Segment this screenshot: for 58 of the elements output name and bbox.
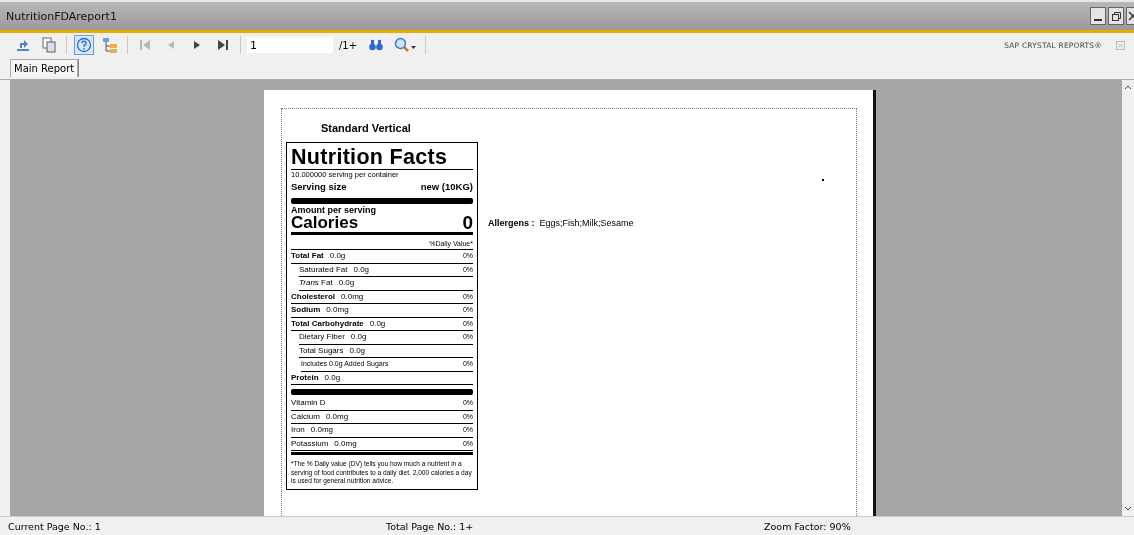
tree-icon	[102, 37, 118, 53]
vitamin-amount: 0.0mg	[310, 424, 334, 436]
report-heading: Standard Vertical	[321, 122, 412, 134]
calories-label: Calories	[291, 214, 359, 231]
nutrient-amount: 0.0g	[349, 344, 366, 357]
dot-mark	[822, 179, 824, 181]
copy-button[interactable]	[39, 35, 59, 55]
nutrient-name: Cholesterol	[291, 290, 335, 303]
vertical-scrollbar[interactable]	[1122, 80, 1134, 516]
minimize-button[interactable]	[1090, 7, 1106, 25]
skip-forward-icon	[215, 37, 231, 53]
nutrient-name: Total Sugars	[299, 344, 344, 357]
nutrient-name: Trans Fat	[299, 277, 333, 289]
serving-size-value: new (10KG)	[420, 180, 473, 194]
nutrient-amount: 0.0mg	[341, 290, 364, 303]
restore-button[interactable]	[1108, 7, 1124, 25]
nutrient-amount: 0.0g	[369, 317, 386, 330]
allergens-text: Allergens : Eggs;Fish;Milk;Sesame	[488, 218, 634, 229]
nutrient-name: Sodium	[291, 304, 321, 316]
nutrient-name: Protein	[291, 371, 319, 384]
scroll-down-icon[interactable]	[1124, 506, 1132, 512]
vitamin-amount: 0.0mg	[334, 437, 357, 450]
nutrient-amount: 0.0g	[338, 277, 355, 289]
nutrient-amount: 0.0g	[324, 371, 341, 384]
copy-icon	[41, 37, 57, 53]
label-title: Nutrition Facts	[291, 145, 473, 170]
vitamin-name: Calcium	[291, 410, 320, 423]
nutrient-amount: 0.0g	[353, 263, 370, 276]
nutrient-amount: 0.0g	[329, 250, 346, 262]
vitamin-amount: 0.0mg	[325, 410, 349, 423]
restore-icon	[1111, 11, 1121, 21]
help-button[interactable]	[74, 35, 94, 55]
calories-value: 0	[462, 214, 473, 231]
vitamin-name: Vitamin D	[291, 397, 326, 409]
nutrient-amount: 0.0mg	[326, 304, 349, 316]
report-tab[interactable]: Main Report	[10, 59, 79, 77]
status-text: Current Page No.: 1	[7, 520, 102, 532]
close-button[interactable]	[1126, 7, 1134, 25]
nutrient-amount: 0.0g	[350, 331, 367, 343]
nutrient-name: Dietary Fiber	[299, 331, 345, 343]
vitamin-name: Iron	[291, 424, 305, 436]
vitamin-name: Potassium	[291, 437, 329, 450]
window-title: NutritionFDAreport1	[6, 9, 117, 23]
status-text: Zoom Factor: 90%	[763, 520, 852, 532]
group-tree-button[interactable]	[100, 35, 120, 55]
nutrient-name: Total Fat	[291, 250, 324, 262]
page-count: /1+	[339, 39, 358, 51]
help-icon	[76, 37, 92, 53]
skip-back-icon	[137, 37, 153, 53]
page-number-field[interactable]: 1	[247, 37, 333, 53]
status-text: Total Page No.: 1+	[385, 520, 475, 532]
nutrient-name: Total Carbohydrate	[291, 317, 364, 330]
scroll-up-icon[interactable]	[1124, 84, 1132, 90]
export-icon	[15, 37, 31, 53]
amount-label: Amount per serving	[291, 206, 377, 214]
serving-size-label: Serving size	[291, 180, 347, 194]
nutrient-name: Saturated Fat	[299, 263, 348, 276]
minimize-icon	[1094, 19, 1102, 21]
